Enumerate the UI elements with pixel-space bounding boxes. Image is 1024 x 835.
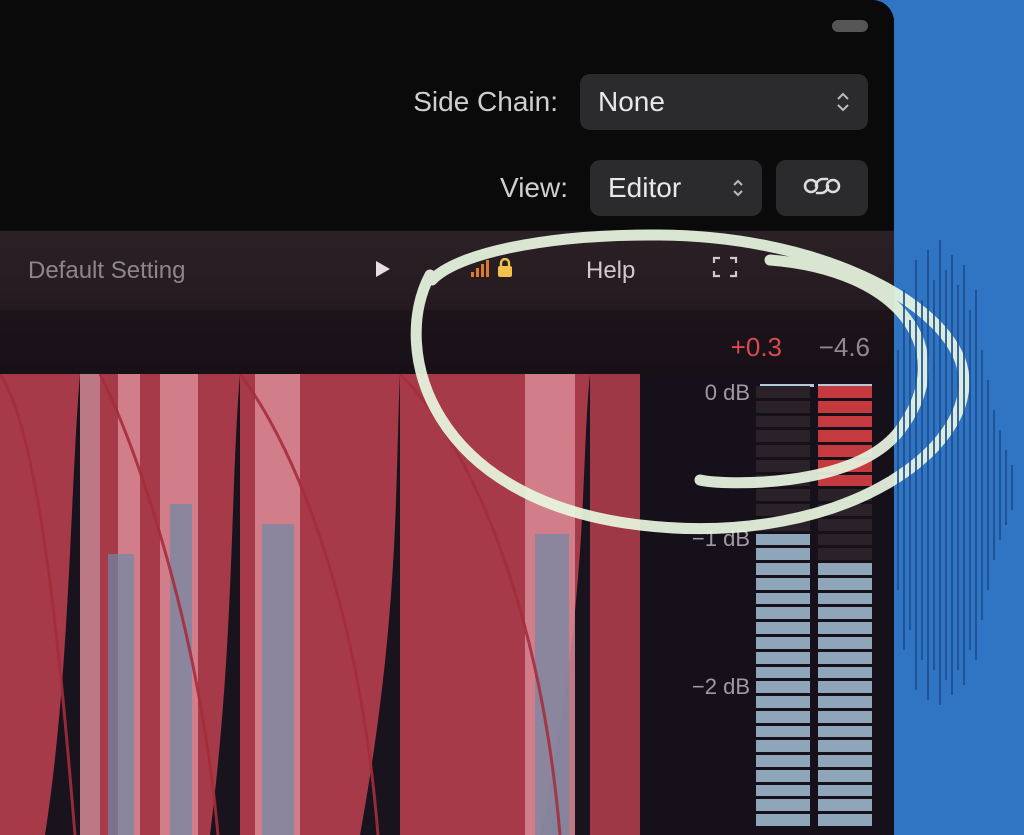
meter-segment	[756, 637, 810, 649]
meter-segment	[818, 740, 872, 752]
peak-value-left[interactable]: +0.3	[731, 332, 782, 363]
meter-segment	[756, 534, 810, 546]
meter-segment	[756, 578, 810, 590]
meter-segment	[818, 386, 872, 398]
window-grabber[interactable]	[832, 20, 868, 32]
meter-segment	[818, 637, 872, 649]
meter-segment	[818, 489, 872, 501]
meter-segment	[756, 460, 810, 472]
meter-segment	[818, 770, 872, 782]
output-meters	[756, 386, 872, 826]
meter-segment	[818, 519, 872, 531]
meter-segment	[818, 652, 872, 664]
meter-segment	[756, 519, 810, 531]
sidechain-row: Side Chain: None	[413, 74, 868, 130]
meter-segment	[818, 534, 872, 546]
scale-tick: −2 dB	[692, 674, 750, 700]
meter-segment	[756, 430, 810, 442]
meter-segment	[818, 681, 872, 693]
view-select[interactable]: Editor	[590, 160, 762, 216]
peak-value-right[interactable]: −4.6	[819, 332, 870, 363]
scale-tick: 0 dB	[705, 380, 750, 406]
bars-icon	[470, 257, 494, 285]
fullscreen-icon	[712, 256, 738, 285]
meter-segment	[756, 667, 810, 679]
sidechain-select[interactable]: None	[580, 74, 868, 130]
chevron-updown-icon	[836, 92, 850, 112]
meter-segment	[818, 430, 872, 442]
play-icon[interactable]	[375, 257, 391, 285]
true-peak-lock-button[interactable]	[470, 257, 514, 285]
meter-segment	[818, 416, 872, 428]
meter-segment	[818, 622, 872, 634]
link-icon	[802, 172, 842, 204]
meter-segment	[818, 578, 872, 590]
meter-segment	[756, 504, 810, 516]
sidechain-value: None	[598, 86, 665, 118]
meter-segment	[818, 711, 872, 723]
meter-segment	[756, 622, 810, 634]
meter-segment	[756, 563, 810, 575]
plugin-toolbar: Default Setting Help	[0, 230, 894, 310]
lock-icon	[496, 257, 514, 285]
scale-tick: −1 dB	[692, 526, 750, 552]
meter-segment	[818, 445, 872, 457]
view-row: View: Editor	[500, 160, 868, 216]
meter-segment	[756, 607, 810, 619]
meter-segment	[756, 770, 810, 782]
help-button[interactable]: Help	[586, 257, 635, 285]
meter-left[interactable]	[756, 386, 810, 826]
peak-readout-bar: +0.3 −4.6	[0, 310, 894, 374]
meter-right[interactable]	[818, 386, 872, 826]
meter-segment	[756, 681, 810, 693]
meter-segment	[818, 563, 872, 575]
link-button[interactable]	[776, 160, 868, 216]
meter-segment	[818, 785, 872, 797]
meter-segment	[756, 386, 810, 398]
meter-segment	[818, 460, 872, 472]
meter-segment	[818, 755, 872, 767]
meter-segment	[756, 711, 810, 723]
meter-segment	[756, 696, 810, 708]
chevron-updown-icon	[732, 179, 744, 197]
sidechain-label: Side Chain:	[413, 86, 558, 118]
window-header: Side Chain: None View: Editor	[0, 0, 894, 230]
waveform-history	[0, 374, 640, 835]
meter-segment	[818, 696, 872, 708]
meter-segment	[756, 814, 810, 826]
meter-segment	[756, 785, 810, 797]
db-scale: 0 dB −1 dB −2 dB	[640, 374, 760, 835]
meter-segment	[756, 755, 810, 767]
meter-segment	[756, 489, 810, 501]
meter-segment	[756, 593, 810, 605]
meter-segment	[818, 799, 872, 811]
background-wave-icon	[894, 230, 1024, 710]
meter-segment	[756, 475, 810, 487]
meter-segment	[756, 445, 810, 457]
fullscreen-button[interactable]	[712, 256, 738, 285]
meter-segment	[818, 593, 872, 605]
view-value: Editor	[608, 172, 681, 204]
meter-segment	[756, 799, 810, 811]
preset-name[interactable]: Default Setting	[28, 257, 185, 285]
meter-segment	[756, 652, 810, 664]
meter-segment	[818, 401, 872, 413]
meter-segment	[818, 814, 872, 826]
meter-segment	[756, 740, 810, 752]
meter-segment	[756, 548, 810, 560]
meter-segment	[756, 726, 810, 738]
view-label: View:	[500, 172, 568, 204]
meter-segment	[756, 401, 810, 413]
plugin-window: Side Chain: None View: Editor	[0, 0, 894, 835]
limiter-display: 0 dB −1 dB −2 dB	[0, 374, 894, 835]
meter-segment	[818, 607, 872, 619]
meter-segment	[756, 416, 810, 428]
meter-segment	[818, 667, 872, 679]
meter-segment	[818, 475, 872, 487]
meter-segment	[818, 726, 872, 738]
meter-segment	[818, 504, 872, 516]
meter-segment	[818, 548, 872, 560]
